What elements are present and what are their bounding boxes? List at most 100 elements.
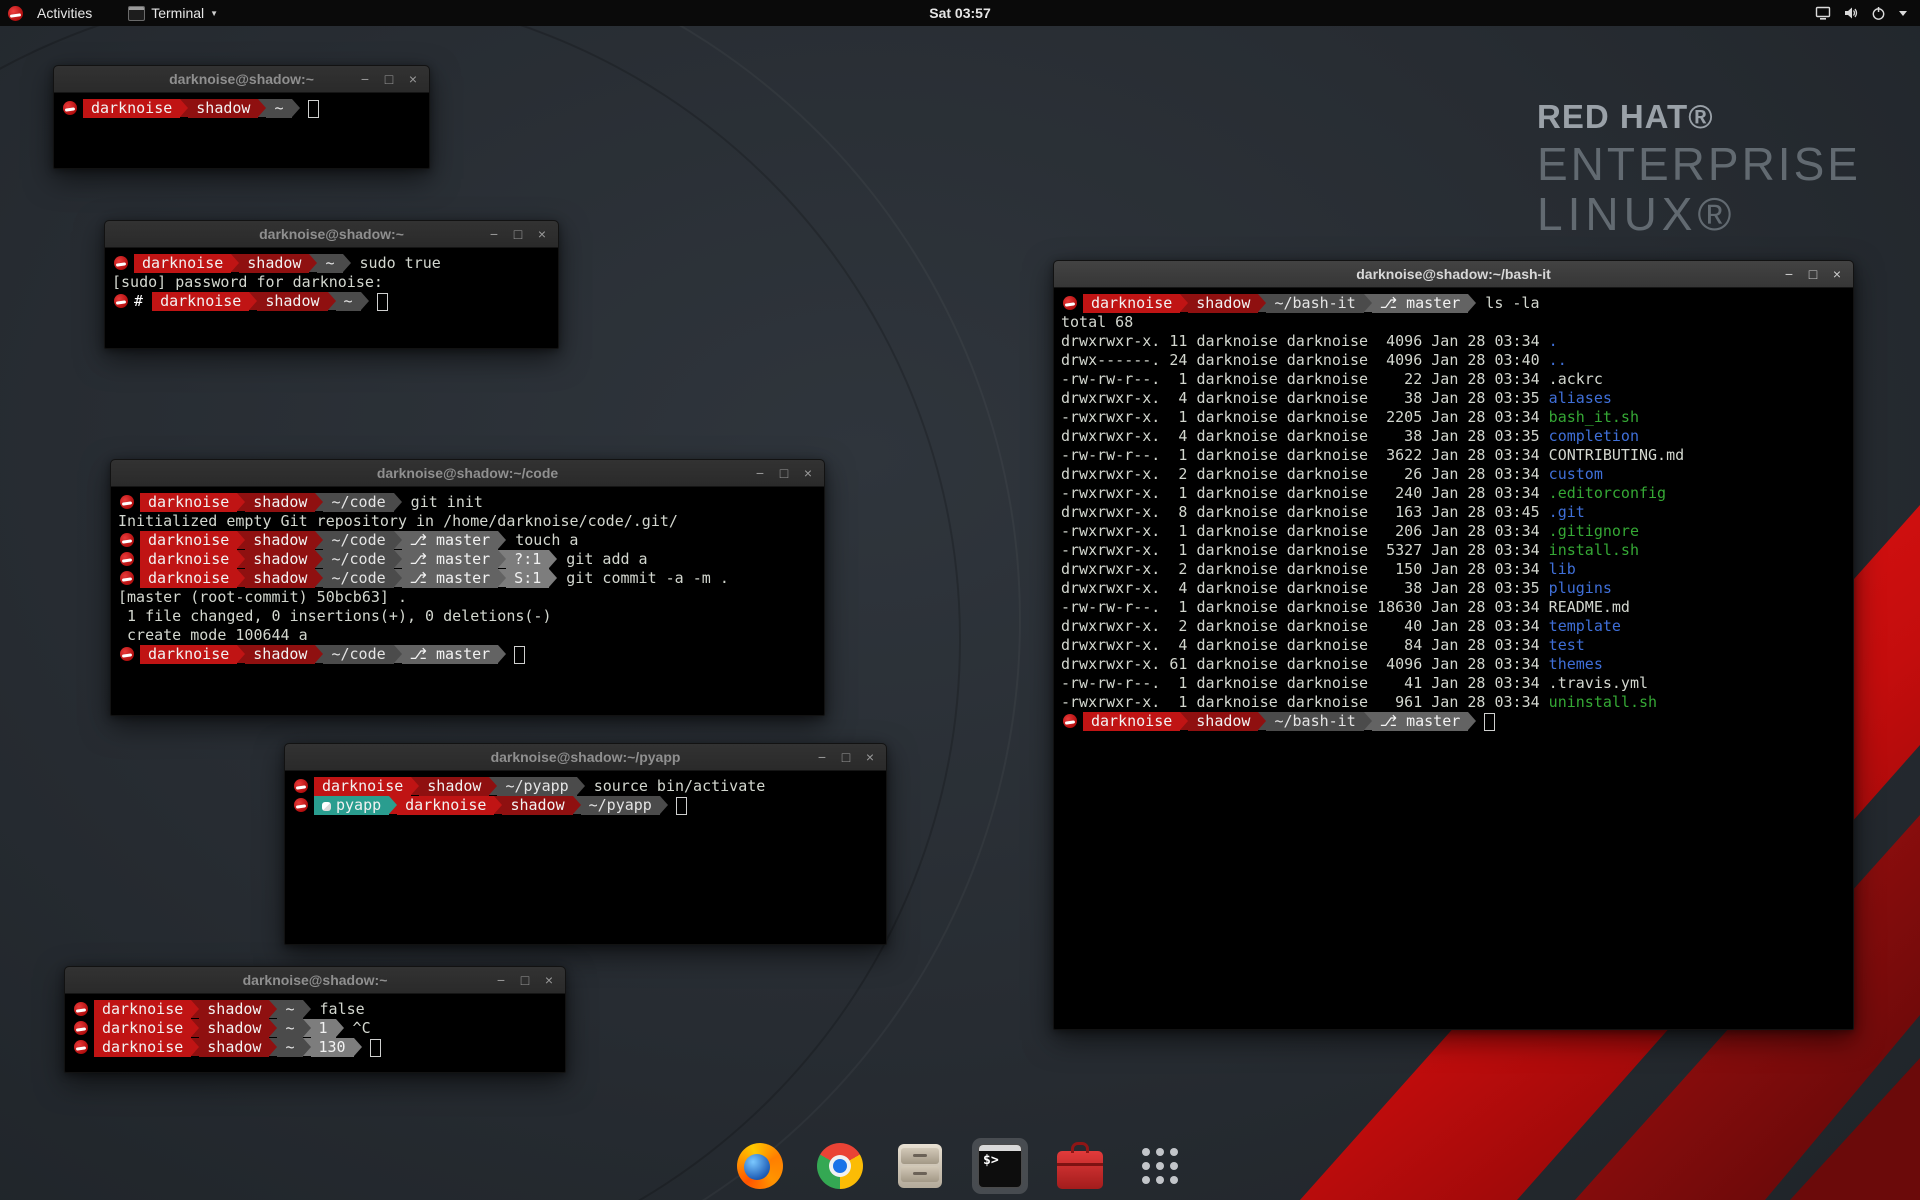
output-text: drwxrwxr-x. 2 darknoise darknoise 150 Ja… bbox=[1061, 560, 1549, 578]
terminal-line: drwxrwxr-x. 4 darknoise darknoise 38 Jan… bbox=[1061, 389, 1846, 408]
titlebar[interactable]: darknoise@shadow:~/bash-it − □ × bbox=[1054, 261, 1853, 288]
terminal-body[interactable]: darknoiseshadow~/code git initInitialize… bbox=[111, 487, 824, 715]
close-button[interactable]: × bbox=[798, 460, 818, 486]
powerline-arrow bbox=[1468, 294, 1476, 312]
maximize-button[interactable]: □ bbox=[515, 967, 535, 993]
terminal-line: -rwxrwxr-x. 1 darknoise darknoise 206 Ja… bbox=[1061, 522, 1846, 541]
powerline-arrow bbox=[394, 550, 402, 568]
powerline-arrow bbox=[237, 531, 245, 549]
powerline-arrow bbox=[336, 1019, 344, 1037]
terminal-line: -rw-rw-r--. 1 darknoise darknoise 41 Jan… bbox=[1061, 674, 1846, 693]
activities-button[interactable]: Activities bbox=[31, 0, 98, 26]
terminal-line: -rwxrwxr-x. 1 darknoise darknoise 961 Ja… bbox=[1061, 693, 1846, 712]
minimize-button[interactable]: − bbox=[812, 744, 832, 770]
prompt-segment: shadow bbox=[188, 99, 258, 118]
firefox-icon bbox=[737, 1143, 783, 1189]
terminal-line: -rwxrwxr-x. 1 darknoise darknoise 5327 J… bbox=[1061, 541, 1846, 560]
output-text: lib bbox=[1549, 560, 1576, 578]
terminal-line: drwxrwxr-x. 61 darknoise darknoise 4096 … bbox=[1061, 655, 1846, 674]
close-button[interactable]: × bbox=[532, 221, 552, 247]
brand-linux: LINUX® bbox=[1537, 191, 1861, 237]
powerline-arrow bbox=[498, 645, 506, 663]
redhat-icon bbox=[294, 798, 308, 812]
prompt-segment: shadow bbox=[245, 645, 315, 664]
prompt-segment: 130 bbox=[311, 1038, 354, 1057]
redhat-icon bbox=[120, 647, 134, 661]
dock-item-chrome[interactable] bbox=[812, 1138, 868, 1194]
dock-item-app-grid[interactable] bbox=[1132, 1138, 1188, 1194]
powerline-arrow bbox=[315, 531, 323, 549]
prompt-segment: shadow bbox=[1188, 294, 1258, 313]
terminal-body[interactable]: darknoiseshadow~ bbox=[54, 93, 429, 168]
app-menu-terminal[interactable]: Terminal ▼ bbox=[120, 0, 226, 26]
maximize-button[interactable]: □ bbox=[379, 66, 399, 92]
dock-item-terminal[interactable]: $> bbox=[972, 1138, 1028, 1194]
terminal-line: pyappdarknoiseshadow~/pyapp bbox=[292, 796, 879, 815]
dock-item-firefox[interactable] bbox=[732, 1138, 788, 1194]
maximize-button[interactable]: □ bbox=[508, 221, 528, 247]
terminal-line: -rw-rw-r--. 1 darknoise darknoise 22 Jan… bbox=[1061, 370, 1846, 389]
powerline-arrow bbox=[315, 493, 323, 511]
terminal-line: darknoiseshadow~ sudo true bbox=[112, 254, 551, 273]
minimize-button[interactable]: − bbox=[355, 66, 375, 92]
output-text: .gitignore bbox=[1549, 522, 1639, 540]
close-button[interactable]: × bbox=[1827, 261, 1847, 287]
terminal-window-exit[interactable]: darknoise@shadow:~ − □ × darknoiseshadow… bbox=[64, 966, 566, 1073]
command-text: git commit -a -m . bbox=[557, 569, 729, 588]
powerline-arrow bbox=[660, 796, 668, 814]
powerline-arrow bbox=[394, 645, 402, 663]
minimize-button[interactable]: − bbox=[491, 967, 511, 993]
minimize-button[interactable]: − bbox=[750, 460, 770, 486]
dock-item-toolbox[interactable] bbox=[1052, 1138, 1108, 1194]
python-icon bbox=[322, 802, 331, 811]
prompt-segment: ~/code bbox=[323, 550, 393, 569]
terminal-window-code[interactable]: darknoise@shadow:~/code − □ × darknoises… bbox=[110, 459, 825, 716]
terminal-body[interactable]: darknoiseshadow~/bash-it⎇ master ls -lat… bbox=[1054, 288, 1853, 1029]
titlebar[interactable]: darknoise@shadow:~ − □ × bbox=[65, 967, 565, 994]
terminal-window-sudo[interactable]: darknoise@shadow:~ − □ × darknoiseshadow… bbox=[104, 220, 559, 349]
powerline-arrow bbox=[180, 99, 188, 117]
terminal-body[interactable]: darknoiseshadow~ falsedarknoiseshadow~1 … bbox=[65, 994, 565, 1072]
output-text: 1 file changed, 0 insertions(+), 0 delet… bbox=[118, 607, 551, 625]
close-button[interactable]: × bbox=[860, 744, 880, 770]
maximize-button[interactable]: □ bbox=[1803, 261, 1823, 287]
terminal-window-pyapp[interactable]: darknoise@shadow:~/pyapp − □ × darknoise… bbox=[284, 743, 887, 945]
powerline-arrow bbox=[191, 1019, 199, 1037]
titlebar[interactable]: darknoise@shadow:~/pyapp − □ × bbox=[285, 744, 886, 771]
terminal-body[interactable]: darknoiseshadow~ sudo true[sudo] passwor… bbox=[105, 248, 558, 348]
clock[interactable]: Sat 03:57 bbox=[929, 5, 990, 21]
redhat-icon bbox=[74, 1021, 88, 1035]
output-text: completion bbox=[1549, 427, 1639, 445]
volume-icon bbox=[1843, 6, 1859, 20]
output-text: drwx------. 24 darknoise darknoise 4096 … bbox=[1061, 351, 1549, 369]
terminal-window-home[interactable]: darknoise@shadow:~ − □ × darknoiseshadow… bbox=[53, 65, 430, 169]
titlebar[interactable]: darknoise@shadow:~/code − □ × bbox=[111, 460, 824, 487]
close-button[interactable]: × bbox=[403, 66, 423, 92]
titlebar[interactable]: darknoise@shadow:~ − □ × bbox=[105, 221, 558, 248]
maximize-button[interactable]: □ bbox=[836, 744, 856, 770]
dock-item-files[interactable] bbox=[892, 1138, 948, 1194]
minimize-button[interactable]: − bbox=[1779, 261, 1799, 287]
close-button[interactable]: × bbox=[539, 967, 559, 993]
terminal-body[interactable]: darknoiseshadow~/pyapp source bin/activa… bbox=[285, 771, 886, 944]
prompt-segment: 1 bbox=[311, 1019, 336, 1038]
prompt-segment: darknoise bbox=[397, 796, 494, 815]
redhat-icon bbox=[120, 552, 134, 566]
app-menu-label: Terminal bbox=[151, 5, 204, 21]
terminal-line: -rw-rw-r--. 1 darknoise darknoise 18630 … bbox=[1061, 598, 1846, 617]
maximize-button[interactable]: □ bbox=[774, 460, 794, 486]
brand-redhat: RED HAT® bbox=[1537, 100, 1861, 133]
prompt-segment: ~ bbox=[266, 99, 291, 118]
output-text: aliases bbox=[1549, 389, 1612, 407]
output-text: total 68 bbox=[1061, 313, 1133, 331]
powerline-arrow bbox=[303, 1038, 311, 1056]
minimize-button[interactable]: − bbox=[484, 221, 504, 247]
display-icon bbox=[1815, 6, 1831, 20]
output-text: plugins bbox=[1549, 579, 1612, 597]
titlebar[interactable]: darknoise@shadow:~ − □ × bbox=[54, 66, 429, 93]
terminal-window-bash-it[interactable]: darknoise@shadow:~/bash-it − □ × darknoi… bbox=[1053, 260, 1854, 1030]
terminal-line: drwxrwxr-x. 4 darknoise darknoise 38 Jan… bbox=[1061, 579, 1846, 598]
system-status-area[interactable] bbox=[1815, 0, 1920, 26]
command-text: ^C bbox=[344, 1019, 371, 1038]
terminal-cursor bbox=[514, 646, 525, 664]
